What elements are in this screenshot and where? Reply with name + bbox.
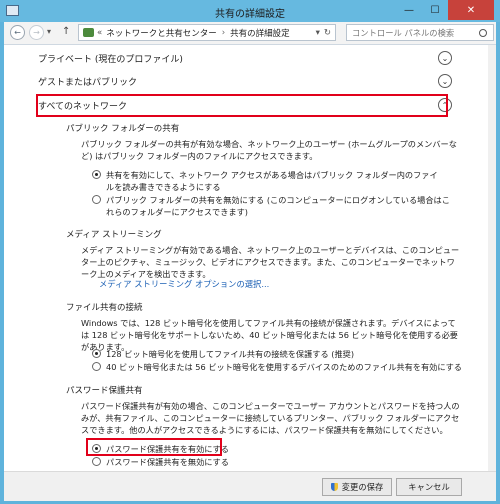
section-private-label: プライベート (現在のプロファイル) (38, 54, 183, 65)
media-streaming-link[interactable]: メディア ストリーミング オプションの選択... (99, 278, 269, 290)
encryption-128-label: 128 ビット暗号化を使用してファイル共有の接続を保護する (推奨) (106, 349, 355, 359)
public-folder-on-option[interactable]: 共有を有効にして、ネットワーク アクセスがある場合はパブリック フォルダー内のフ… (92, 169, 442, 193)
public-folder-on-label: 共有を有効にして、ネットワーク アクセスがある場合はパブリック フォルダー内のフ… (106, 170, 438, 192)
radio-unselected[interactable] (92, 195, 101, 204)
up-arrow-icon[interactable]: ↑ (62, 26, 70, 37)
address-dropdown-icon[interactable]: ▾ (316, 28, 320, 38)
close-button[interactable]: ✕ (448, 0, 494, 20)
search-input[interactable]: コントロール パネルの検索 (352, 27, 454, 39)
media-streaming-description: メディア ストリーミングが有効である場合、ネットワーク上のユーザーとデバイスは、… (81, 245, 460, 279)
section-guest-label: ゲストまたはパブリック (38, 77, 138, 88)
password-sharing-description: パスワード保護共有が有効の場合、このコンピューターでユーザー アカウントとパスワ… (81, 401, 460, 435)
breadcrumb-network-center[interactable]: ネットワークと共有センター (106, 27, 217, 39)
password-off-option[interactable]: パスワード保護共有を無効にする (92, 456, 229, 468)
search-icon (479, 28, 487, 37)
breadcrumb-advanced-sharing[interactable]: 共有の詳細設定 (230, 27, 290, 39)
refresh-icon[interactable]: ↻ (324, 28, 331, 38)
breadcrumb-overflow[interactable]: « (97, 28, 102, 38)
radio-selected[interactable] (92, 170, 101, 179)
address-bar[interactable]: « ネットワークと共有センター › 共有の詳細設定 ▾ ↻ (78, 24, 336, 41)
expand-chevron-icon[interactable]: ⌄ (438, 51, 452, 65)
public-folder-description: パブリック フォルダーの共有が有効な場合、ネットワーク上のユーザー (ホームグル… (81, 139, 457, 161)
maximize-button[interactable]: ☐ (422, 0, 448, 20)
breadcrumb-separator-icon: › (221, 27, 226, 38)
save-changes-button[interactable]: 変更の保存 (322, 478, 392, 496)
network-icon (83, 28, 94, 37)
address-toolbar: ← → ▾ ↑ « ネットワークと共有センター › 共有の詳細設定 ▾ ↻ コン… (4, 22, 496, 45)
radio-unselected[interactable] (92, 457, 101, 466)
back-arrow-icon[interactable]: ← (10, 25, 25, 40)
expand-chevron-icon[interactable]: ⌄ (438, 74, 452, 88)
scrollbar[interactable] (488, 45, 496, 471)
public-folder-off-option[interactable]: パブリック フォルダーの共有を無効にする (このコンピューターにログオンしている… (92, 194, 452, 218)
file-sharing-heading: ファイル共有の接続 (66, 303, 143, 313)
highlight-box (86, 438, 222, 456)
forward-arrow-icon[interactable]: → (29, 25, 44, 40)
encryption-40-option[interactable]: 40 ビット暗号化または 56 ビット暗号化を使用するデバイスのためのファイル共… (92, 361, 462, 373)
button-bar: 変更の保存 キャンセル (4, 471, 496, 501)
section-private[interactable]: プライベート (現在のプロファイル) (38, 50, 454, 66)
shield-icon (330, 483, 338, 491)
highlight-box (36, 94, 448, 117)
media-streaming-heading: メディア ストリーミング (66, 230, 162, 240)
title-bar: 共有の詳細設定 — ☐ ✕ (0, 0, 500, 22)
minimize-button[interactable]: — (396, 0, 422, 20)
password-off-label: パスワード保護共有を無効にする (106, 457, 229, 467)
encryption-40-label: 40 ビット暗号化または 56 ビット暗号化を使用するデバイスのためのファイル共… (106, 362, 462, 372)
settings-content: プライベート (現在のプロファイル) ⌄ ゲストまたはパブリック ⌄ すべてのネ… (4, 45, 496, 471)
radio-selected[interactable] (92, 349, 101, 358)
search-box[interactable]: コントロール パネルの検索 (346, 24, 494, 41)
radio-unselected[interactable] (92, 362, 101, 371)
public-folder-off-label: パブリック フォルダーの共有を無効にする (このコンピューターにログオンしている… (106, 195, 450, 217)
password-sharing-heading: パスワード保護共有 (66, 386, 143, 396)
app-window: 共有の詳細設定 — ☐ ✕ ← → ▾ ↑ « ネットワークと共有センター › … (0, 0, 500, 504)
section-guest[interactable]: ゲストまたはパブリック (38, 73, 454, 89)
recent-pages-dropdown-icon[interactable]: ▾ (47, 27, 51, 36)
encryption-128-option[interactable]: 128 ビット暗号化を使用してファイル共有の接続を保護する (推奨) (92, 348, 354, 360)
save-changes-label: 変更の保存 (341, 482, 384, 492)
public-folder-heading: パブリック フォルダーの共有 (66, 124, 180, 134)
cancel-button[interactable]: キャンセル (396, 478, 462, 496)
